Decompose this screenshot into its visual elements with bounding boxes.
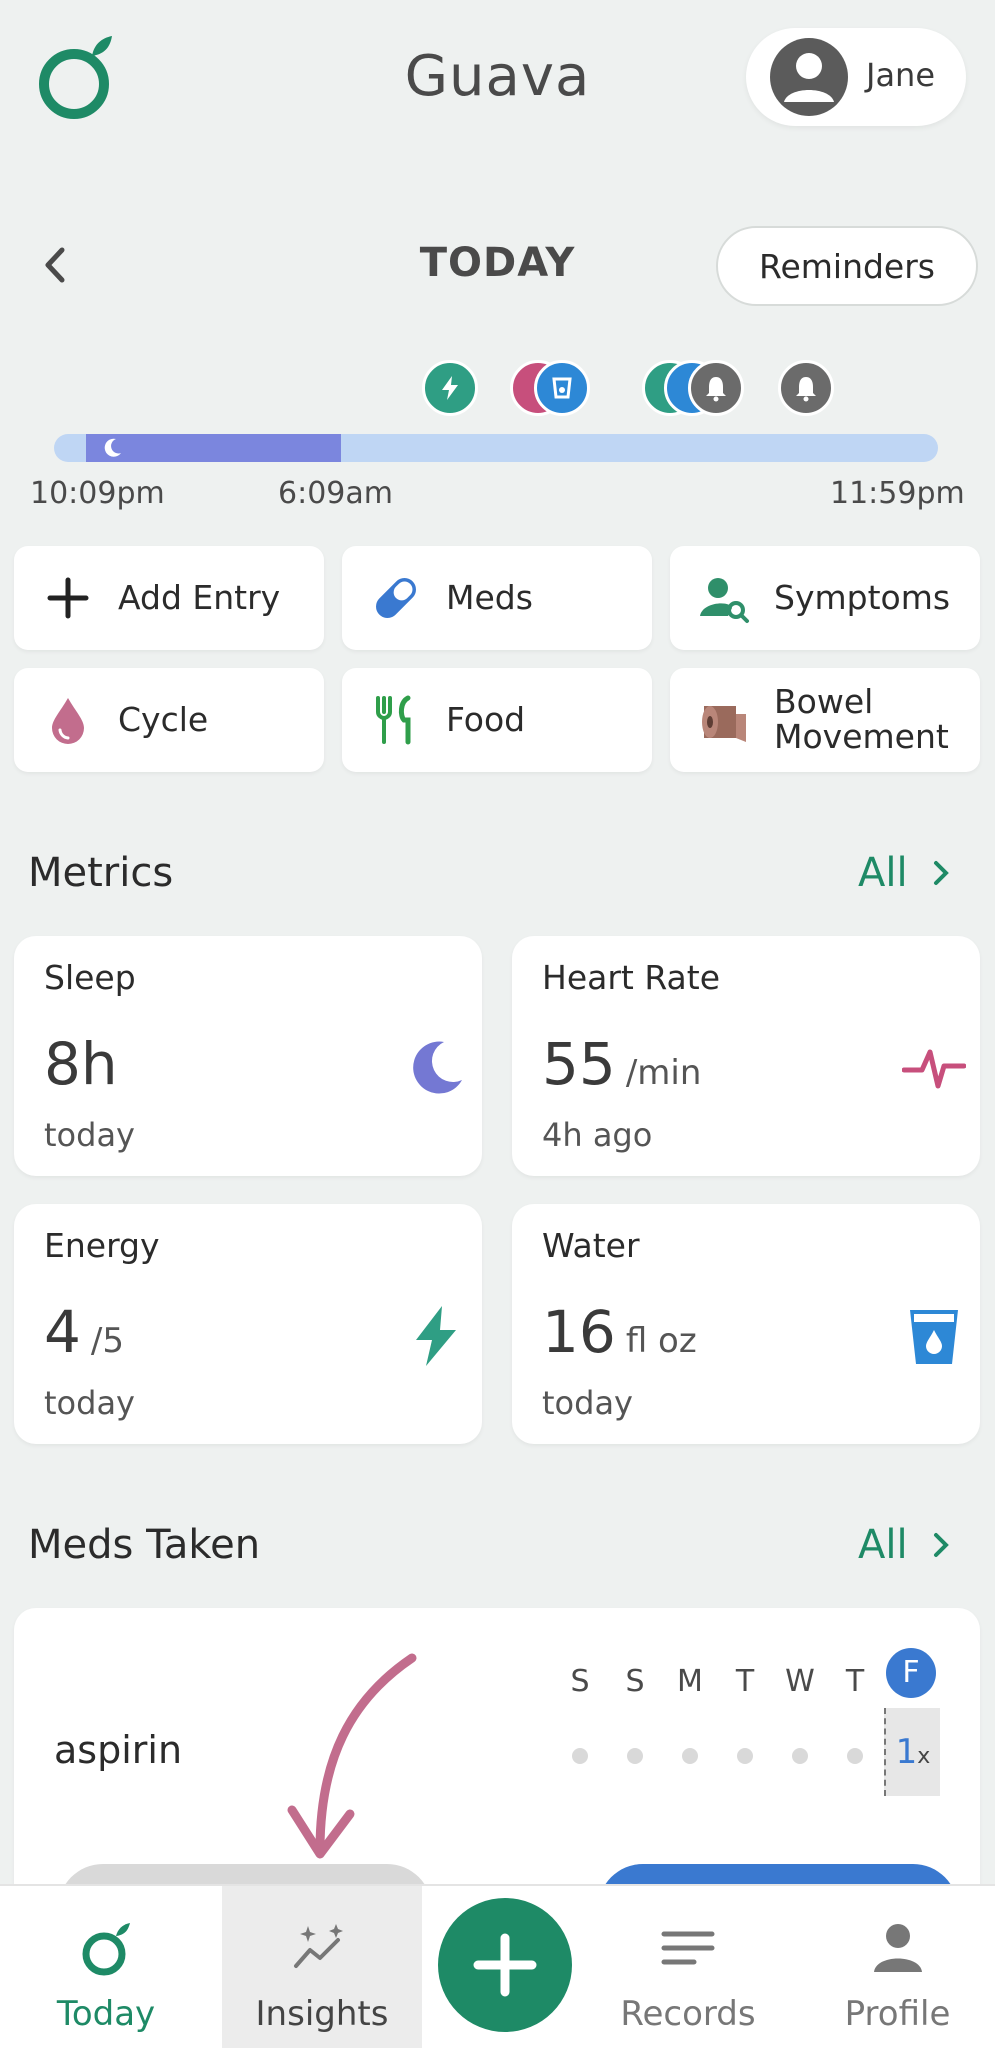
- moon-icon: [104, 438, 121, 457]
- chevron-right-icon: [933, 1533, 949, 1557]
- today-dose-count[interactable]: 1x: [884, 1708, 940, 1796]
- day-dot: [572, 1748, 588, 1764]
- records-icon: [661, 1931, 715, 1965]
- nav-label: Insights: [255, 1994, 389, 2034]
- water-metric-card[interactable]: Water 16 fl oz today: [512, 1204, 980, 1444]
- bolt-icon: [416, 1306, 456, 1366]
- meds-title: Meds Taken: [28, 1522, 261, 1568]
- nav-profile[interactable]: Profile: [800, 1886, 995, 2048]
- app-header: Guava Jane: [0, 0, 995, 160]
- nav-label: Profile: [844, 1994, 951, 2034]
- metric-value: 55/min: [542, 1030, 702, 1098]
- annotation-arrow-icon: [287, 1653, 417, 1859]
- bowel-movement-button[interactable]: Bowel Movement: [670, 668, 980, 772]
- quick-label: Symptoms: [774, 577, 951, 617]
- nav-label: Today: [56, 1994, 156, 2034]
- metric-value: 4/5: [44, 1298, 124, 1366]
- food-button[interactable]: Food: [342, 668, 652, 772]
- metric-title: Water: [542, 1226, 640, 1265]
- med-name[interactable]: aspirin: [54, 1728, 182, 1772]
- metrics-all-link[interactable]: All: [858, 850, 952, 896]
- metric-time: 4h ago: [542, 1116, 653, 1154]
- energy-event-icon[interactable]: [422, 360, 478, 416]
- quick-label: Meds: [446, 577, 533, 617]
- day-dot: [847, 1748, 863, 1764]
- reminders-button[interactable]: Reminders: [716, 226, 978, 306]
- nav-insights[interactable]: Insights: [222, 1886, 422, 2048]
- metric-title: Heart Rate: [542, 958, 721, 997]
- pulse-icon: [902, 1049, 966, 1089]
- day-dot: [627, 1748, 643, 1764]
- all-label: All: [858, 850, 908, 896]
- insights-icon: [294, 1924, 343, 1968]
- bell-icon-2[interactable]: [778, 360, 834, 416]
- user-profile-button[interactable]: Jane: [746, 28, 966, 126]
- drop-icon: [52, 698, 84, 744]
- add-entry-button[interactable]: Add Entry: [14, 546, 324, 650]
- moon-icon: [413, 1041, 462, 1094]
- all-label: All: [858, 1522, 908, 1568]
- day-navigation: TODAY Reminders: [0, 220, 995, 310]
- plus-icon: [47, 577, 89, 619]
- quick-label: Add Entry: [118, 577, 281, 617]
- metric-value: 8h: [44, 1030, 118, 1098]
- day-dot: [737, 1748, 753, 1764]
- quick-label: Bowel Movement: [774, 682, 949, 756]
- guava-icon: [82, 1923, 130, 1976]
- quick-label: Cycle: [118, 699, 209, 739]
- profile-icon: [873, 1924, 922, 1972]
- energy-metric-card[interactable]: Energy 4/5 today: [14, 1204, 482, 1444]
- day-dot: [792, 1748, 808, 1764]
- person-search-icon: [700, 578, 749, 623]
- user-name: Jane: [866, 56, 936, 94]
- pill-icon: [376, 578, 416, 618]
- metric-time: today: [44, 1116, 135, 1154]
- metric-time: today: [542, 1384, 633, 1422]
- day-letter: T: [735, 1664, 755, 1699]
- day-dot: [682, 1748, 698, 1764]
- metric-title: Energy: [44, 1226, 160, 1265]
- plus-icon: [473, 1933, 537, 1997]
- timeline-wake-time: 6:09am: [278, 476, 393, 511]
- timeline-end-time: 11:59pm: [830, 476, 965, 511]
- meds-taken-card: S S M T W T F aspirin 1x: [14, 1608, 980, 1928]
- timeline-start-time: 10:09pm: [30, 476, 165, 511]
- chevron-right-icon: [933, 861, 949, 885]
- toilet-paper-icon: [702, 706, 746, 742]
- heart-rate-metric-card[interactable]: Heart Rate 55/min 4h ago: [512, 936, 980, 1176]
- quick-label: Food: [446, 699, 526, 739]
- metric-title: Sleep: [44, 958, 136, 997]
- symptoms-button[interactable]: Symptoms: [670, 546, 980, 650]
- day-letter: M: [677, 1664, 703, 1699]
- utensils-icon: [376, 695, 411, 745]
- day-timeline: 10:09pm 6:09am 11:59pm: [0, 356, 995, 516]
- water-event-icon[interactable]: [534, 360, 590, 416]
- day-letter: T: [845, 1664, 865, 1699]
- sleep-metric-card[interactable]: Sleep 8h today: [14, 936, 482, 1176]
- meds-button[interactable]: Meds: [342, 546, 652, 650]
- sleep-segment[interactable]: [86, 434, 341, 462]
- day-letter: S: [570, 1664, 590, 1699]
- nav-today[interactable]: Today: [0, 1886, 212, 2048]
- metrics-title: Metrics: [28, 850, 174, 896]
- day-letter: W: [785, 1664, 815, 1699]
- day-letter: S: [625, 1664, 645, 1699]
- day-letter-today: F: [886, 1648, 936, 1698]
- nav-label: Records: [620, 1994, 756, 2034]
- water-cup-icon: [910, 1310, 958, 1364]
- cycle-button[interactable]: Cycle: [14, 668, 324, 772]
- metric-time: today: [44, 1384, 135, 1422]
- metric-value: 16 fl oz: [542, 1298, 697, 1366]
- meds-all-link[interactable]: All: [858, 1522, 952, 1568]
- avatar-icon: [770, 38, 848, 116]
- nav-records[interactable]: Records: [588, 1886, 788, 2048]
- bell-icon[interactable]: [688, 360, 744, 416]
- add-fab-button[interactable]: [438, 1898, 572, 2032]
